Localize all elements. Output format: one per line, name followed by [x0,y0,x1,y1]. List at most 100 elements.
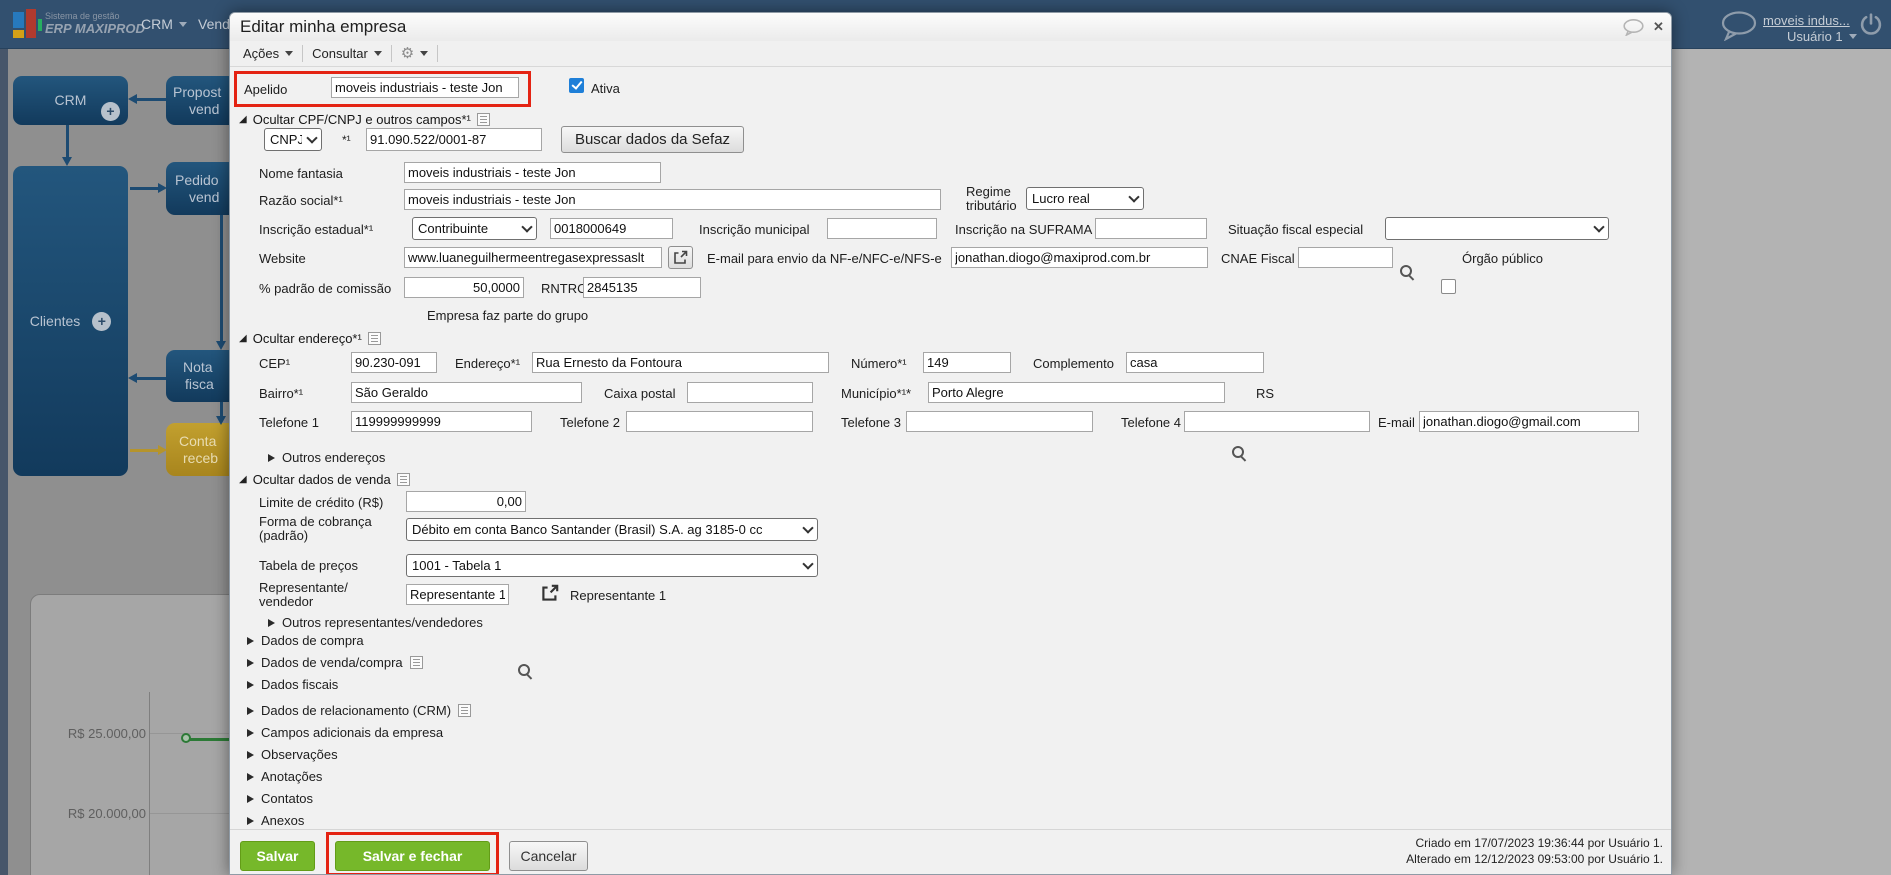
section-contatos[interactable]: Contatos [247,791,313,806]
close-icon[interactable]: ✕ [1653,19,1664,35]
outros-enderecos-toggle[interactable]: Outros endereços [268,450,385,465]
website-input[interactable] [404,247,662,268]
flow-node-pedido-line2: vend [189,188,220,205]
apelido-input[interactable] [331,77,519,98]
cnpj-type-select[interactable]: CNPJ [264,128,322,151]
section-observacoes[interactable]: Observações [247,747,338,762]
email-nfe-input[interactable] [951,247,1208,268]
open-website-button[interactable] [668,246,693,269]
outros-representantes-toggle[interactable]: Outros representantes/vendedores [268,615,483,630]
search-icon[interactable] [1231,445,1247,461]
toolbar-consultar-menu[interactable]: Consultar [303,41,391,66]
regime-label-line2: tributário [966,198,1017,213]
section-dados-crm[interactable]: Dados de relacionamento (CRM) [247,703,472,718]
brand-block: Sistema de gestão ERP MAXIPROD [45,11,145,36]
collapse-closed-icon [247,816,254,825]
section-cpf-cnpj[interactable]: ◢ Ocultar CPF/CNPJ e outros campos*¹ [239,112,490,127]
chat-bubble-icon[interactable] [1720,11,1758,41]
search-icon[interactable] [517,663,533,679]
ativa-checkbox[interactable] [569,78,584,93]
user-menu[interactable]: Usuário 1 [1787,29,1857,44]
cep-input[interactable] [351,352,437,373]
section-dados-fiscais[interactable]: Dados fiscais [247,677,338,692]
plus-icon[interactable]: + [101,102,120,121]
notes-icon[interactable] [396,473,410,486]
salvar-fechar-button[interactable]: Salvar e fechar [335,841,490,871]
buscar-sefaz-button[interactable]: Buscar dados da Sefaz [561,126,744,153]
section-dados-venda-compra[interactable]: Dados de venda/compra [247,655,423,670]
flow-node-crm[interactable]: CRM + [13,76,128,125]
section-endereco[interactable]: ◢ Ocultar endereço*¹ [239,331,381,346]
notes-icon[interactable] [476,113,490,126]
search-icon[interactable] [1399,264,1415,280]
salvar-button[interactable]: Salvar [240,841,315,871]
cnpj-input[interactable] [366,128,542,151]
limite-credito-input[interactable] [406,491,526,512]
section-dados-compra[interactable]: Dados de compra [247,633,364,648]
toolbar-acoes-menu[interactable]: Ações [234,41,302,66]
comissao-input[interactable] [404,277,524,298]
section-anexos[interactable]: Anexos [247,813,304,828]
gear-icon: ⚙ [400,45,415,62]
comment-bubble-icon[interactable] [1623,19,1645,36]
inscricao-estadual-label: Inscrição estadual*¹ [259,222,374,237]
outros-representantes-label: Outros representantes/vendedores [282,615,483,630]
cancelar-button[interactable]: Cancelar [509,841,588,871]
email-input[interactable] [1419,411,1639,432]
rntrc-input[interactable] [583,277,701,298]
menu-crm[interactable]: CRM [141,16,187,32]
telefone4-input[interactable] [1184,411,1370,432]
endereco-input[interactable] [532,352,829,373]
regime-select[interactable]: Lucro real [1026,187,1144,210]
telefone1-input[interactable] [351,411,532,432]
forma-cobranca-label-line1: Forma de cobrança [259,514,372,529]
representante-input[interactable] [406,584,509,605]
bairro-input[interactable] [351,382,582,403]
forma-cobranca-select[interactable]: Débito em conta Banco Santander (Brasil)… [406,518,818,541]
section-label: Dados de venda/compra [261,655,403,670]
inscricao-estadual-input[interactable] [550,218,673,239]
company-link[interactable]: moveis indus... [1763,13,1850,28]
inscricao-estadual-select-value: Contribuinte [418,221,489,236]
notes-icon[interactable] [409,656,423,669]
cnae-input[interactable] [1298,247,1393,268]
collapse-closed-icon [247,728,254,737]
collapse-closed-icon [247,794,254,803]
toolbar-settings-menu[interactable]: ⚙ [392,41,437,66]
nome-fantasia-input[interactable] [404,162,661,183]
power-icon[interactable] [1858,12,1884,38]
section-dados-venda[interactable]: ◢ Ocultar dados de venda [239,472,410,487]
inscricao-municipal-input[interactable] [827,218,937,239]
arrow-clientes-to-conta [130,449,159,452]
notes-icon[interactable] [367,332,381,345]
complemento-input[interactable] [1126,352,1264,373]
inscricao-estadual-select[interactable]: Contribuinte [412,217,537,240]
telefone3-input[interactable] [906,411,1093,432]
flow-node-clientes[interactable]: Clientes + [13,166,128,476]
chevron-down-icon [1848,34,1857,39]
telefone2-input[interactable] [626,411,813,432]
external-link-icon[interactable] [541,584,559,602]
chevron-down-icon [802,522,814,534]
section-anotacoes[interactable]: Anotações [247,769,322,784]
caixa-postal-input[interactable] [687,382,813,403]
section-campos-adicionais[interactable]: Campos adicionais da empresa [247,725,443,740]
suframa-input[interactable] [1095,218,1207,239]
rntrc-label: RNTRC [541,281,587,296]
tabela-precos-select[interactable]: 1001 - Tabela 1 [406,554,818,577]
representante-linked-name[interactable]: Representante 1 [570,588,666,603]
situacao-fiscal-select[interactable] [1385,217,1609,240]
complemento-label: Complemento [1033,356,1114,371]
razao-social-input[interactable] [404,189,941,210]
collapse-closed-icon [247,772,254,781]
chevron-down-icon [306,132,318,144]
maxiprod-logo-icon[interactable] [13,9,43,39]
municipio-input[interactable] [928,382,1225,403]
collapse-closed-icon [268,453,275,462]
modified-timestamp: Alterado em 12/12/2023 09:53:00 por Usuá… [1406,852,1663,866]
notes-icon[interactable] [458,704,472,717]
orgao-publico-checkbox[interactable] [1441,279,1456,294]
tabela-precos-label: Tabela de preços [259,558,359,573]
plus-icon[interactable]: + [92,311,112,331]
numero-input[interactable] [923,352,1011,373]
